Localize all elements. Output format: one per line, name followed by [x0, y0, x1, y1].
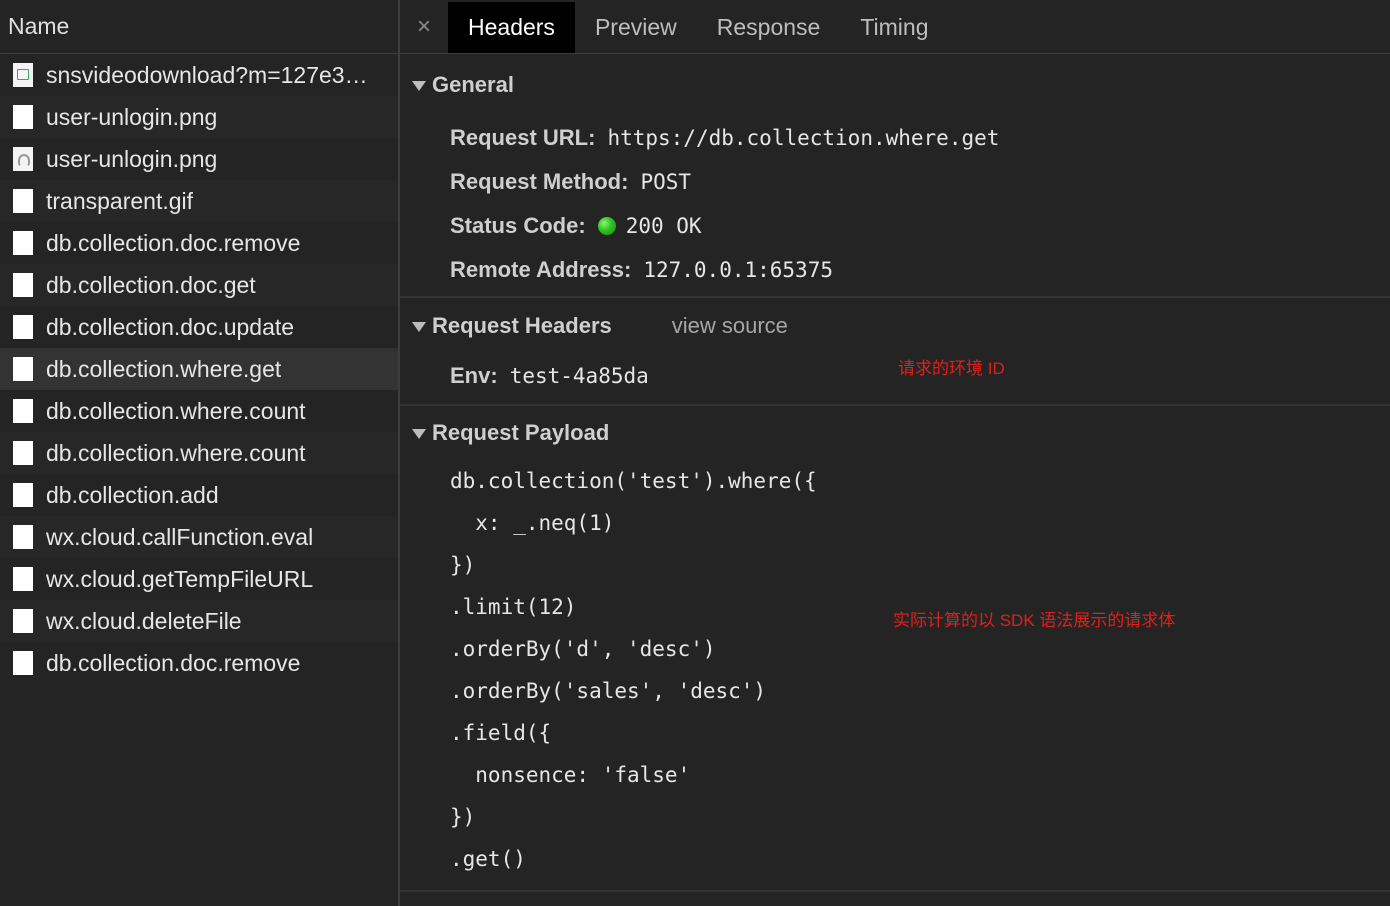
request-payload-section-header[interactable]: Request Payload [400, 406, 1390, 460]
tab-response[interactable]: Response [697, 2, 841, 53]
status-code-label: Status Code: [450, 213, 586, 238]
name-column-label: Name [8, 13, 70, 39]
general-section-title: General [432, 72, 514, 97]
general-section: General Request URL: https://db.collecti… [400, 54, 1390, 298]
env-annotation: 请求的环境 ID [898, 359, 1005, 378]
request-name: db.collection.doc.remove [46, 649, 301, 676]
tab-headers[interactable]: Headers [448, 2, 575, 53]
request-row[interactable]: snsvideodownload?m=127e3… [0, 54, 398, 96]
request-row[interactable]: user-unlogin.png [0, 138, 398, 180]
file-icon [13, 567, 33, 591]
request-payload-title: Request Payload [432, 420, 610, 445]
devtools-network-panel: Name snsvideodownload?m=127e3… user-unlog… [0, 0, 1390, 906]
payload-code-line: .orderBy('d', 'desc') [450, 637, 716, 661]
name-column-header[interactable]: Name [0, 0, 398, 54]
status-code-row: Status Code: 200 OK [400, 204, 1390, 248]
request-row[interactable]: wx.cloud.callFunction.eval [0, 516, 398, 558]
payload-code-block: db.collection('test').where({ x: _.neq(1… [400, 460, 1390, 880]
payload-code-line: .get() [450, 847, 526, 871]
request-row[interactable]: wx.cloud.deleteFile [0, 600, 398, 642]
file-icon [13, 189, 33, 213]
close-icon[interactable]: × [400, 0, 448, 53]
collapse-triangle-icon [412, 81, 426, 91]
request-name: db.collection.where.count [46, 439, 306, 466]
payload-code-line: .orderBy('sales', 'desc') [450, 679, 767, 703]
payload-code-line: }) [450, 553, 476, 577]
request-headers-title: Request Headers [432, 313, 612, 338]
request-row[interactable]: db.collection.add [0, 474, 398, 516]
request-row[interactable]: db.collection.where.count [0, 432, 398, 474]
request-name: wx.cloud.deleteFile [46, 607, 242, 634]
env-label: Env: [450, 363, 498, 388]
request-name: wx.cloud.getTempFileURL [46, 565, 314, 592]
request-name: wx.cloud.callFunction.eval [46, 523, 314, 550]
file-icon [13, 609, 33, 633]
tab-preview[interactable]: Preview [575, 2, 697, 53]
details-tabbar: × Headers Preview Response Timing [400, 0, 1390, 54]
request-row[interactable]: db.collection.doc.remove [0, 642, 398, 684]
request-headers-section: Request Headers view source Env: test-4a… [400, 298, 1390, 406]
status-ok-dot-icon [597, 217, 616, 235]
file-icon [13, 315, 33, 339]
request-method-value: POST [640, 170, 692, 194]
payload-code-line: }) [450, 805, 476, 829]
file-icon [13, 231, 33, 255]
image-icon [13, 63, 33, 87]
view-source-link[interactable]: view source [672, 313, 788, 339]
request-name: db.collection.doc.remove [46, 229, 301, 256]
request-name: db.collection.add [46, 481, 219, 508]
request-row[interactable]: db.collection.doc.remove [0, 222, 398, 264]
request-row[interactable]: db.collection.where.get [0, 348, 398, 390]
request-name: snsvideodownload?m=127e3… [46, 61, 368, 88]
request-name: transparent.gif [46, 187, 194, 214]
request-name: user-unlogin.png [46, 145, 218, 172]
request-name: db.collection.doc.get [46, 271, 256, 298]
request-row[interactable]: db.collection.doc.update [0, 306, 398, 348]
request-name: user-unlogin.png [46, 103, 218, 130]
file-icon [13, 441, 33, 465]
request-list-panel: Name snsvideodownload?m=127e3… user-unlog… [0, 0, 400, 906]
tab-timing[interactable]: Timing [840, 2, 948, 53]
request-name: db.collection.where.get [46, 355, 282, 382]
request-headers-section-header[interactable]: Request Headers view source [400, 298, 1390, 354]
request-row[interactable]: transparent.gif [0, 180, 398, 222]
remote-address-label: Remote Address: [450, 257, 632, 282]
file-icon [13, 483, 33, 507]
request-url-label: Request URL: [450, 125, 596, 150]
env-value: test-4a85da [509, 364, 649, 388]
request-url-row: Request URL: https://db.collection.where… [400, 116, 1390, 160]
remote-address-value: 127.0.0.1:65375 [643, 258, 833, 282]
collapse-triangle-icon [412, 322, 426, 332]
request-row[interactable]: db.collection.where.count [0, 390, 398, 432]
request-url-value: https://db.collection.where.get [607, 126, 1000, 150]
file-icon [13, 525, 33, 549]
request-name: db.collection.where.count [46, 397, 306, 424]
request-row[interactable]: db.collection.doc.get [0, 264, 398, 306]
file-icon [13, 273, 33, 297]
request-name: db.collection.doc.update [46, 313, 295, 340]
payload-code-line: nonsence: 'false' [450, 763, 691, 787]
payload-annotation: 实际计算的以 SDK 语法展示的请求体 [893, 611, 1176, 630]
file-icon [13, 105, 33, 129]
request-details-panel: × Headers Preview Response Timing General R… [400, 0, 1390, 906]
request-row[interactable]: wx.cloud.getTempFileURL [0, 558, 398, 600]
env-header-row: Env: test-4a85da [400, 354, 1390, 398]
file-icon [13, 651, 33, 675]
collapse-triangle-icon [412, 429, 426, 439]
general-section-header[interactable]: General [400, 54, 1390, 116]
request-payload-section: Request Payload db.collection('test').wh… [400, 406, 1390, 892]
payload-code-line: .field({ [450, 721, 552, 745]
request-list: snsvideodownload?m=127e3… user-unlogin.pn… [0, 54, 398, 684]
request-row[interactable]: user-unlogin.png [0, 96, 398, 138]
avatar-icon [13, 147, 33, 171]
request-method-row: Request Method: POST [400, 160, 1390, 204]
remote-address-row: Remote Address: 127.0.0.1:65375 [400, 248, 1390, 292]
status-code-value: 200 OK [625, 214, 702, 238]
payload-code-line: x: _.neq(1) [450, 511, 615, 535]
request-method-label: Request Method: [450, 169, 629, 194]
payload-code-line: db.collection('test').where({ [450, 469, 817, 493]
file-icon [13, 357, 33, 381]
file-icon [13, 399, 33, 423]
